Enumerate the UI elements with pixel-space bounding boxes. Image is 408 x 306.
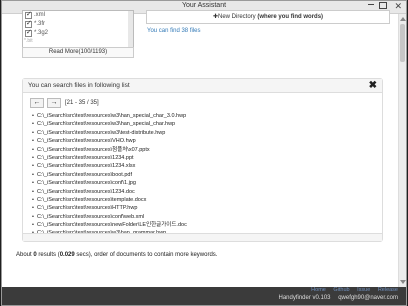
checkbox-icon[interactable]	[25, 28, 32, 37]
list-item: C:\_iSearch\src\test\resources\newFolder…	[32, 221, 187, 229]
page-range: [21 - 35 / 35]	[65, 100, 99, 106]
next-page-button[interactable]: →	[47, 98, 61, 108]
found-files-link[interactable]: You can find 38 files	[147, 28, 200, 34]
read-more-button[interactable]: Read More(100/1193)	[22, 47, 134, 58]
new-directory-button[interactable]: ✚New Directory (where you find words)	[146, 10, 390, 24]
release-link[interactable]: Release	[378, 287, 398, 293]
footer: Home Github Issue Release Handyfinder v0…	[2, 287, 406, 305]
github-link[interactable]: Github	[333, 287, 349, 293]
panel-header: You can search files in following list ✖	[23, 79, 382, 93]
checkbox-icon[interactable]	[25, 19, 32, 28]
list-item: C:\_iSearch\src\test\resources\VHO.hwp	[32, 137, 187, 145]
close-icon[interactable]: ✖	[369, 79, 377, 92]
list-item: C:\_iSearch\src\test\resources\1234.xlsx	[32, 162, 187, 170]
filetype-trailing-text: *.bit	[24, 38, 33, 44]
list-item: C:\_iSearch\src\test\resources\conf\web.…	[32, 213, 187, 221]
close-window-icon[interactable]: ✕	[394, 1, 402, 11]
list-item: C:\_iSearch\src\test\resources\1234.doc	[32, 188, 187, 196]
list-item: C:\_iSearch\src\test\resources\w3\han_sp…	[32, 120, 187, 128]
scroll-up-icon[interactable]	[400, 17, 406, 21]
file-list: C:\_iSearch\src\test\resources\w3\han_sp…	[32, 112, 187, 238]
filetype-list[interactable]: .xml *.3fr *.3g2	[22, 10, 134, 48]
minimize-icon[interactable]	[368, 4, 374, 5]
home-link[interactable]: Home	[311, 287, 326, 293]
page-scrollbar[interactable]	[398, 14, 406, 287]
result-time: 0.029	[59, 252, 75, 258]
panel-footer	[23, 233, 382, 241]
list-item: C:\_iSearch\src\test\resources\HTTP.hwp	[32, 204, 187, 212]
filetype-item[interactable]: *.3fr	[23, 19, 133, 29]
list-item: C:\_iSearch\src\test\resources\boot.pdf	[32, 171, 187, 179]
window-title: Your Assistant	[181, 2, 227, 9]
footer-links: Home Github Issue Release	[305, 287, 398, 293]
scroll-thumb[interactable]	[400, 24, 405, 62]
new-directory-label: New Directory	[218, 14, 256, 20]
filetype-item[interactable]: .xml	[23, 11, 133, 20]
list-item: C:\_iSearch\src\test\resources\w3\han_sp…	[32, 112, 187, 120]
scroll-down-icon[interactable]	[400, 280, 406, 284]
list-item: C:\_iSearch\src\test\resources\template.…	[32, 196, 187, 204]
pager: ← → [21 - 35 / 35]	[30, 98, 99, 108]
new-directory-hint: (where you find words)	[257, 14, 324, 20]
list-item: C:\_iSearch\src\test\resources\1234.ppt	[32, 154, 187, 162]
filetype-item[interactable]: *.3g2	[23, 28, 133, 38]
author-email: qwefgh90@naver.com	[338, 295, 398, 301]
app-version: Handyfinder v0.103	[278, 295, 331, 301]
filetype-scrollbar[interactable]	[128, 11, 133, 47]
footer-info: Handyfinder v0.103 qwefgh90@naver.com	[272, 295, 398, 301]
list-item: C:\_iSearch\src\test\resources\conf\1.jp…	[32, 179, 187, 187]
results-summary: About 0 results (0.029 secs), order of d…	[16, 252, 218, 258]
maximize-icon[interactable]	[379, 2, 387, 9]
result-count: 0	[33, 252, 37, 258]
checkbox-icon[interactable]	[25, 11, 32, 19]
issue-link[interactable]: Issue	[357, 287, 370, 293]
prev-page-button[interactable]: ←	[30, 98, 44, 108]
list-item: C:\_iSearch\src\test\resources\첨플처\x07.p…	[32, 146, 187, 154]
list-item: C:\_iSearch\src\test\resources\w3\test-d…	[32, 129, 187, 137]
app-window: Your Assistant ✕ .xml *.3fr *.3g2 *.bit …	[1, 0, 407, 306]
panel-title: You can search files in following list	[28, 82, 130, 89]
search-list-panel: You can search files in following list ✖…	[22, 78, 383, 242]
main-content: .xml *.3fr *.3g2 *.bit Read More(100/119…	[2, 10, 406, 287]
